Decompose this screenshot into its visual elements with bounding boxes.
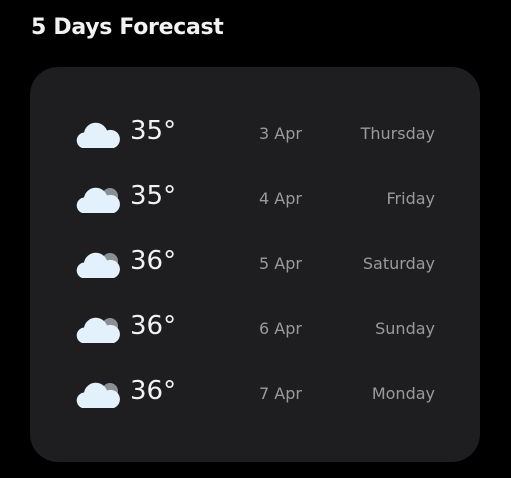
page-title: 5 Days Forecast: [31, 15, 224, 40]
date: 6 Apr: [259, 319, 302, 338]
temperature: 35°: [130, 116, 177, 146]
weekday: Friday: [386, 189, 436, 208]
date: 5 Apr: [259, 254, 302, 273]
date: 4 Apr: [259, 189, 302, 208]
weekday: Thursday: [360, 124, 435, 143]
forecast-row: 35° 4 Apr Friday: [30, 179, 480, 219]
clouds-icon: [76, 252, 120, 278]
date: 3 Apr: [259, 124, 302, 143]
forecast-row: 36° 5 Apr Saturday: [30, 244, 480, 284]
forecast-row: 35° 3 Apr Thursday: [30, 114, 480, 154]
weekday: Monday: [371, 384, 435, 403]
forecast-row: 36° 6 Apr Sunday: [30, 309, 480, 349]
clouds-icon: [76, 317, 120, 343]
temperature: 36°: [130, 311, 177, 341]
temperature: 36°: [130, 376, 177, 406]
forecast-row: 36° 7 Apr Monday: [30, 374, 480, 414]
date: 7 Apr: [259, 384, 302, 403]
weekday: Sunday: [375, 319, 435, 338]
clouds-icon: [76, 382, 120, 408]
weekday: Saturday: [362, 254, 435, 273]
temperature: 36°: [130, 246, 177, 276]
temperature: 35°: [130, 181, 177, 211]
clouds-icon: [76, 187, 120, 213]
cloud-icon: [76, 122, 120, 148]
forecast-card: 35° 3 Apr Thursday 35° 4 Apr Friday 36° 5 Apr Sa…: [30, 67, 480, 462]
